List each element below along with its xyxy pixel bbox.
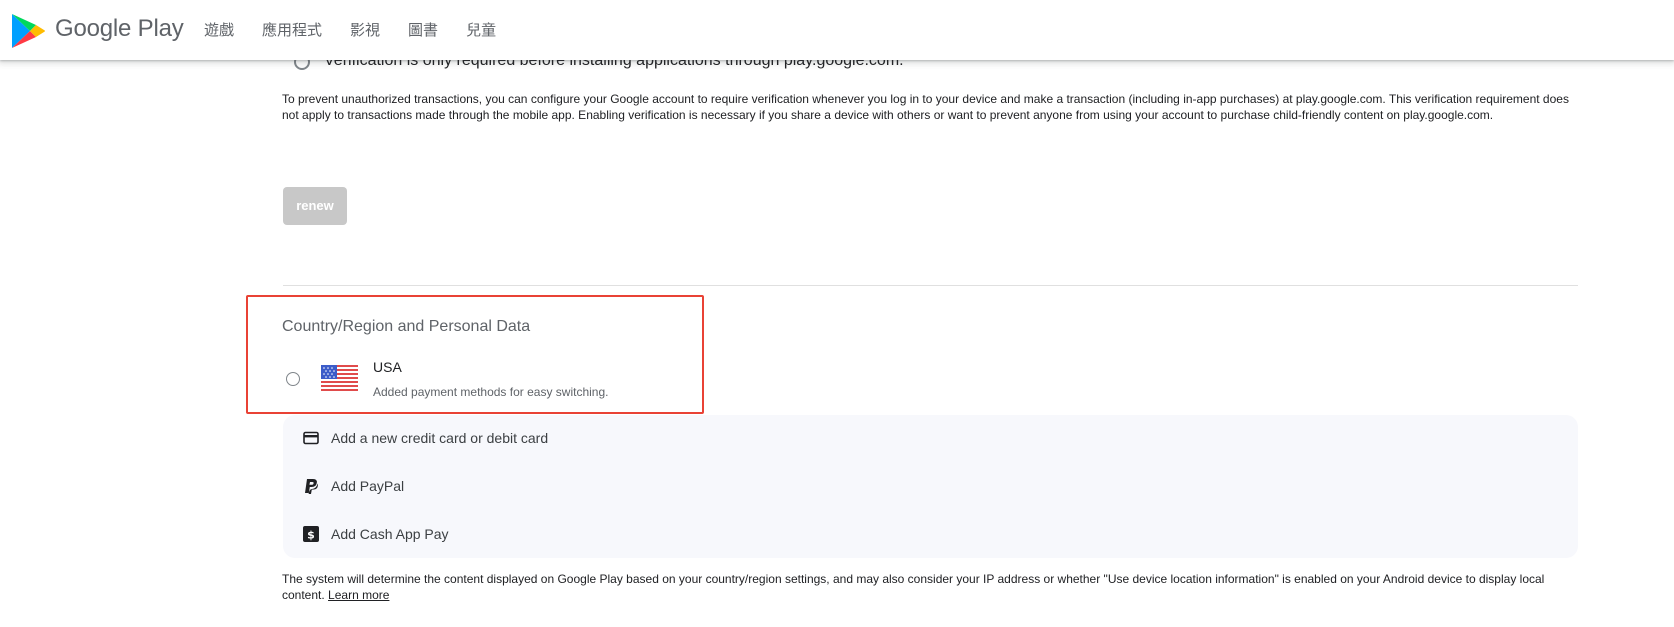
google-play-logo-icon[interactable] [10,12,46,50]
add-card-button[interactable]: Add a new credit card or debit card [303,430,548,446]
add-paypal-label: Add PayPal [331,478,405,494]
learn-more-link[interactable]: Learn more [328,588,389,602]
country-subtitle: Added payment methods for easy switching… [373,385,609,399]
nav-apps[interactable]: 應用程式 [262,19,322,40]
region-info-text: The system will determine the content di… [282,572,1545,602]
brand-name[interactable]: Google Play [55,15,184,43]
country-radio-usa[interactable] [286,372,300,386]
nav-games[interactable]: 遊戲 [204,19,234,40]
nav-kids[interactable]: 兒童 [466,19,496,40]
us-flag-icon [321,365,358,391]
region-info-note: The system will determine the content di… [282,571,1582,603]
nav-movies[interactable]: 影視 [350,19,380,40]
payment-methods-panel: Add a new credit card or debit card Add … [283,415,1578,558]
country-section-title: Country/Region and Personal Data [282,318,531,335]
add-cash-app-button[interactable]: $ Add Cash App Pay [303,526,449,542]
add-cash-app-label: Add Cash App Pay [331,526,449,542]
svg-text:$: $ [307,528,315,541]
add-paypal-button[interactable]: Add PayPal [303,478,404,494]
section-divider [283,285,1578,286]
nav-books[interactable]: 圖書 [408,19,438,40]
main-nav: 遊戲 應用程式 影視 圖書 兒童 [204,19,524,40]
top-app-bar: Google Play 遊戲 應用程式 影視 圖書 兒童 [0,0,1674,60]
country-name: USA [373,359,402,375]
verification-description: To prevent unauthorized transactions, yo… [282,92,1569,122]
renew-button[interactable]: renew [283,187,347,225]
paypal-icon [303,478,319,494]
credit-card-icon [303,430,319,446]
cash-app-icon: $ [303,526,319,542]
add-card-label: Add a new credit card or debit card [331,430,549,446]
